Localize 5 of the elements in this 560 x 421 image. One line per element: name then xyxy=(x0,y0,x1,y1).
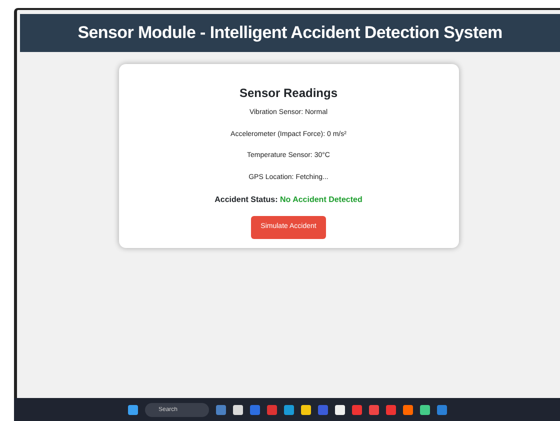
page-title: Sensor Module - Intelligent Accident Detection System xyxy=(78,22,502,44)
status-value: No Accident Detected xyxy=(280,195,362,204)
status-label: Accident Status: xyxy=(214,195,278,204)
card-title: Sensor Readings xyxy=(239,86,338,100)
start-icon[interactable] xyxy=(128,404,138,414)
